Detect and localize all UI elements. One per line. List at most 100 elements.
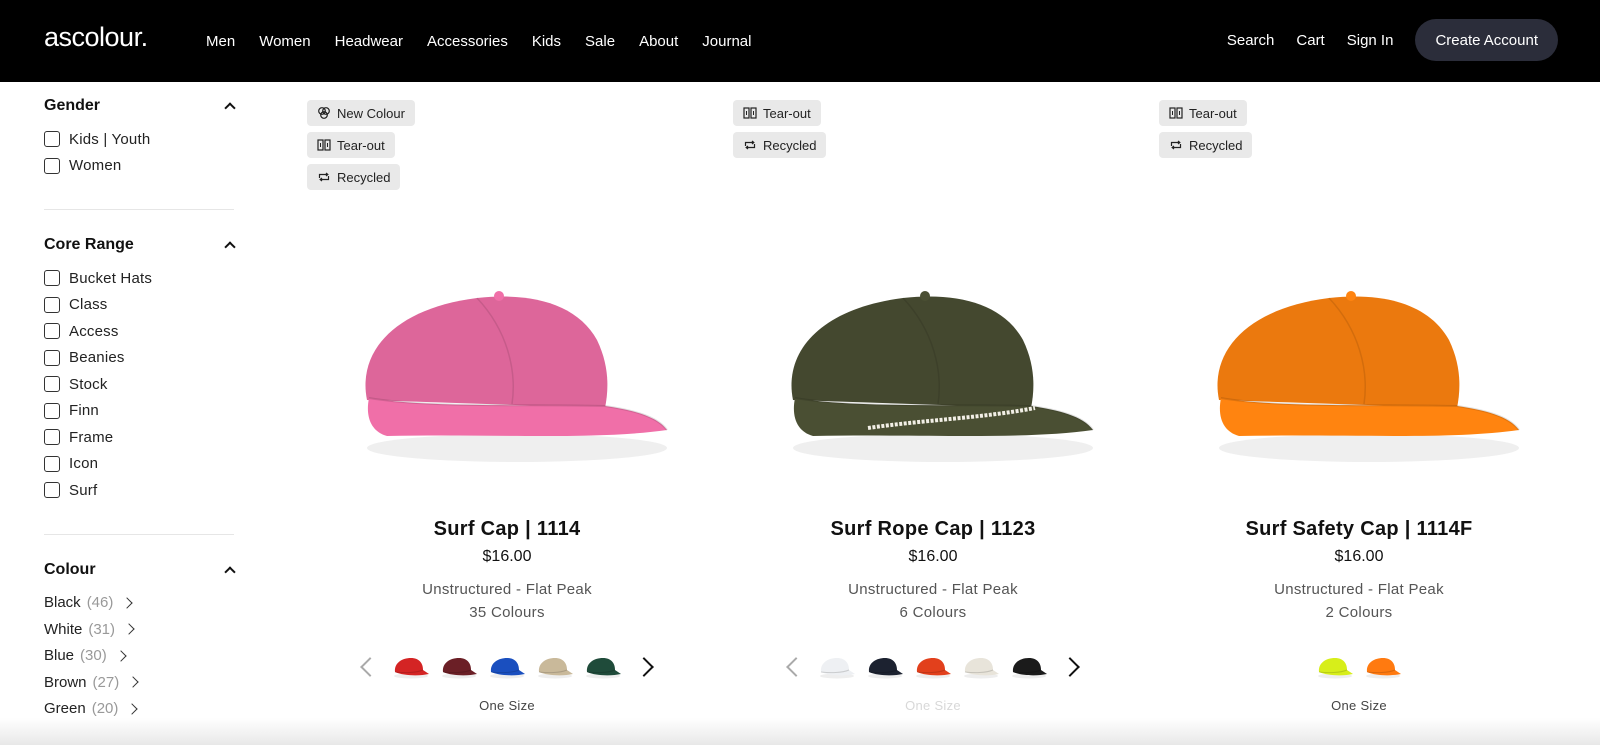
filter-option-label: Class xyxy=(69,296,108,314)
nav-journal[interactable]: Journal xyxy=(702,33,751,50)
checkbox[interactable] xyxy=(44,402,60,419)
checkbox[interactable] xyxy=(44,270,60,287)
filter-group-core-range: Core Range Bucket Hats Class Access Bean… xyxy=(44,210,234,535)
colour-option[interactable]: Brown (27) xyxy=(44,669,234,696)
product-tag-label: Recycled xyxy=(763,137,817,153)
chevron-left-icon[interactable] xyxy=(786,657,806,677)
cart-link[interactable]: Cart xyxy=(1296,32,1324,49)
product-size: One Size xyxy=(905,698,961,713)
chevron-right-icon[interactable] xyxy=(634,657,654,677)
logo[interactable]: ascolour. xyxy=(44,22,148,53)
colour-option[interactable]: Blue (30) xyxy=(44,643,234,670)
product-tag: Tear-out xyxy=(1159,100,1247,126)
colour-swatch[interactable] xyxy=(440,655,478,679)
filter-toggle-colour[interactable]: Colour xyxy=(44,557,234,583)
filter-toggle-core-range[interactable]: Core Range xyxy=(44,232,234,258)
colour-swatch[interactable] xyxy=(1364,655,1402,679)
chevron-right-icon xyxy=(127,676,139,688)
product-tags: New Colour Tear-out Recycled xyxy=(307,100,415,196)
checkbox[interactable] xyxy=(44,323,60,340)
filter-option[interactable]: Icon xyxy=(44,451,234,478)
colour-swatch-carousel xyxy=(307,655,707,679)
product-tag: Recycled xyxy=(307,164,401,190)
product-name[interactable]: Surf Safety Cap | 1114F xyxy=(1159,518,1559,541)
tag-row: Recycled xyxy=(733,132,827,164)
chevron-up-icon xyxy=(224,240,234,250)
nav-sale[interactable]: Sale xyxy=(585,33,615,50)
filter-option-label: Frame xyxy=(69,428,114,446)
checkbox[interactable] xyxy=(44,296,60,313)
colour-option-count: (46) xyxy=(86,594,114,612)
product-image[interactable] xyxy=(773,280,1103,470)
colour-option-label: Black xyxy=(44,594,81,612)
product-tag: Tear-out xyxy=(307,132,395,158)
colour-option-label: Blue xyxy=(44,647,75,665)
product-image[interactable] xyxy=(347,280,677,470)
product-colour-count: 35 Colours xyxy=(469,604,545,621)
colour-swatch[interactable] xyxy=(1316,655,1354,679)
product-price: $16.00 xyxy=(482,548,532,565)
product-colour-count: 6 Colours xyxy=(899,604,967,621)
checkbox[interactable] xyxy=(44,482,60,499)
product-name[interactable]: Surf Cap | 1114 xyxy=(307,518,707,541)
filter-option[interactable]: Finn xyxy=(44,398,234,425)
checkbox[interactable] xyxy=(44,376,60,393)
colour-swatch[interactable] xyxy=(584,655,622,679)
filter-option[interactable]: Class xyxy=(44,292,234,319)
nav-accessories[interactable]: Accessories xyxy=(427,33,508,50)
chevron-left-icon[interactable] xyxy=(360,657,380,677)
create-account-button[interactable]: Create Account xyxy=(1415,19,1558,61)
product-description: Unstructured - Flat Peak xyxy=(422,581,592,598)
product-size: One Size xyxy=(479,698,535,713)
chevron-right-icon[interactable] xyxy=(1060,657,1080,677)
filter-toggle-gender[interactable]: Gender xyxy=(44,93,234,119)
filter-option[interactable]: Frame xyxy=(44,424,234,451)
product-price: $16.00 xyxy=(1334,548,1384,565)
nav-women[interactable]: Women xyxy=(259,33,310,50)
colour-option[interactable]: White (31) xyxy=(44,616,234,643)
checkbox[interactable] xyxy=(44,131,60,148)
colour-option-label: Brown xyxy=(44,673,87,691)
product-tag-label: Recycled xyxy=(337,169,391,185)
filter-option[interactable]: Surf xyxy=(44,477,234,504)
filter-option-label: Beanies xyxy=(69,349,125,367)
checkbox[interactable] xyxy=(44,455,60,472)
colour-option-label: White xyxy=(44,620,83,638)
filter-option-label: Icon xyxy=(69,455,99,473)
checkbox[interactable] xyxy=(44,157,60,174)
filter-option[interactable]: Bucket Hats xyxy=(44,265,234,292)
colour-swatch[interactable] xyxy=(1010,655,1048,679)
product-tag: Recycled xyxy=(733,132,827,158)
colour-swatch[interactable] xyxy=(818,655,856,679)
product-tag-label: New Colour xyxy=(337,105,405,121)
colour-swatch[interactable] xyxy=(488,655,526,679)
checkbox[interactable] xyxy=(44,349,60,366)
product-tag: Tear-out xyxy=(733,100,821,126)
chevron-right-icon xyxy=(126,703,139,715)
colour-swatch[interactable] xyxy=(914,655,952,679)
filter-option[interactable]: Stock xyxy=(44,371,234,398)
filter-sidebar: Gender Kids | Youth Women Core Range Buc… xyxy=(44,82,234,722)
sign-in-link[interactable]: Sign In xyxy=(1347,32,1394,49)
product-name[interactable]: Surf Rope Cap | 1123 xyxy=(733,518,1133,541)
colour-option[interactable]: Black (46) xyxy=(44,590,234,617)
checkbox[interactable] xyxy=(44,429,60,446)
colour-swatch[interactable] xyxy=(536,655,574,679)
filter-option[interactable]: Women xyxy=(44,153,234,180)
nav-headwear[interactable]: Headwear xyxy=(335,33,403,50)
nav-about[interactable]: About xyxy=(639,33,678,50)
filter-option-label: Kids | Youth xyxy=(69,130,151,148)
nav-kids[interactable]: Kids xyxy=(532,33,561,50)
colour-swatch[interactable] xyxy=(866,655,904,679)
filter-option-label: Stock xyxy=(69,375,108,393)
filter-option[interactable]: Kids | Youth xyxy=(44,126,234,153)
search-link[interactable]: Search xyxy=(1227,32,1275,49)
product-image[interactable] xyxy=(1199,280,1529,470)
product-tags: Tear-out Recycled xyxy=(1159,100,1253,164)
nav-men[interactable]: Men xyxy=(206,33,235,50)
colour-swatch[interactable] xyxy=(392,655,430,679)
filter-option[interactable]: Beanies xyxy=(44,345,234,372)
filter-option-label: Women xyxy=(69,157,122,175)
filter-option[interactable]: Access xyxy=(44,318,234,345)
colour-swatch[interactable] xyxy=(962,655,1000,679)
